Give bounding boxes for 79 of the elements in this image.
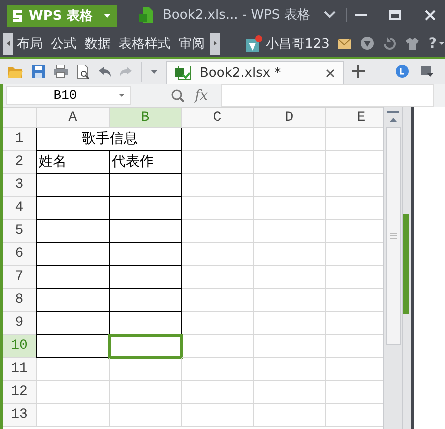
column-header[interactable]: D xyxy=(254,108,326,128)
ribbon-tab[interactable]: 审阅 xyxy=(175,32,209,54)
cell[interactable] xyxy=(109,243,182,266)
merged-cell[interactable]: 歌手信息 xyxy=(36,128,182,151)
cell[interactable] xyxy=(36,220,110,243)
right-arrow-icon xyxy=(214,41,217,46)
spreadsheet-icon xyxy=(175,66,191,80)
row-header[interactable]: 2 xyxy=(3,151,37,174)
cell[interactable] xyxy=(109,220,182,243)
vertical-scrollbar[interactable] xyxy=(383,107,402,429)
cell[interactable] xyxy=(36,174,110,197)
name-box[interactable]: B10 xyxy=(6,86,131,105)
help-button[interactable]: ? xyxy=(428,36,437,52)
row-header[interactable]: 13 xyxy=(3,404,37,427)
minimize-icon[interactable] xyxy=(355,14,368,16)
cell[interactable] xyxy=(36,243,110,266)
caret-icon xyxy=(104,14,111,18)
save-icon[interactable] xyxy=(32,65,45,78)
select-all-corner[interactable] xyxy=(3,108,37,128)
cell[interactable] xyxy=(36,266,110,289)
side-panel-handle[interactable] xyxy=(403,214,409,314)
cell[interactable] xyxy=(36,312,110,335)
mail-icon[interactable] xyxy=(338,38,351,48)
ribbon-tab[interactable]: 布局 xyxy=(13,32,47,54)
find-icon[interactable] xyxy=(171,88,185,102)
scroll-right-button[interactable] xyxy=(210,32,220,54)
chevron-down-icon[interactable] xyxy=(324,11,336,19)
column-header[interactable]: E xyxy=(326,108,383,128)
grip-icon[interactable] xyxy=(390,233,396,239)
table-cell[interactable]: 姓名 xyxy=(36,151,110,174)
undo-icon[interactable] xyxy=(99,66,111,76)
window-title: Book2.xls... - WPS 表格 xyxy=(163,7,310,24)
left-arrow-icon xyxy=(6,41,10,46)
new-tab-icon[interactable] xyxy=(352,65,365,78)
row-header[interactable]: 8 xyxy=(3,289,37,312)
wps-logo-icon xyxy=(12,9,23,23)
cell[interactable] xyxy=(36,197,110,220)
shirt-icon[interactable] xyxy=(406,38,419,50)
column-header[interactable]: C xyxy=(182,108,254,128)
window-menu-icon[interactable] xyxy=(421,66,434,77)
table-cell[interactable]: 代表作 xyxy=(109,151,182,174)
formula-input[interactable] xyxy=(221,84,434,107)
row-header[interactable]: 6 xyxy=(3,243,37,266)
row-header[interactable]: 5 xyxy=(3,220,37,243)
selected-cell[interactable] xyxy=(109,335,182,358)
cell[interactable] xyxy=(109,197,182,220)
function-label[interactable]: fx xyxy=(195,88,208,104)
scroll-left-button[interactable] xyxy=(3,32,13,54)
row-header[interactable]: 7 xyxy=(3,266,37,289)
cell[interactable] xyxy=(36,335,110,358)
ribbon-tab[interactable]: 数据 xyxy=(81,32,115,54)
caret-icon[interactable] xyxy=(439,42,445,45)
up-arrow-icon[interactable] xyxy=(390,118,396,122)
caret-icon[interactable] xyxy=(151,70,158,74)
caret-icon[interactable] xyxy=(119,94,125,97)
user-name[interactable]: 小昌哥123 xyxy=(266,34,330,52)
refresh-icon[interactable] xyxy=(384,37,396,50)
cell[interactable] xyxy=(109,174,182,197)
row-header[interactable]: 3 xyxy=(3,174,37,197)
row-header[interactable]: 4 xyxy=(3,197,37,220)
row-header[interactable]: 1 xyxy=(3,128,37,151)
maximize-icon[interactable] xyxy=(389,10,402,20)
redo-icon[interactable] xyxy=(120,66,132,76)
print-preview-icon[interactable] xyxy=(77,64,90,78)
row-header[interactable]: 12 xyxy=(3,381,37,404)
cell[interactable] xyxy=(36,289,110,312)
close-icon[interactable] xyxy=(326,68,335,78)
document-tab[interactable]: Book2.xlsx * xyxy=(166,61,344,84)
row-header[interactable]: 9 xyxy=(3,312,37,335)
avatar-icon[interactable] xyxy=(246,35,264,52)
ribbon-tab[interactable]: 公式 xyxy=(47,32,81,54)
print-icon[interactable] xyxy=(54,65,68,78)
document-icon xyxy=(139,7,153,23)
column-header[interactable]: A xyxy=(37,108,110,128)
folder-icon[interactable] xyxy=(8,66,23,78)
ribbon-tab[interactable]: 表格样式 xyxy=(115,32,175,54)
row-header[interactable]: 11 xyxy=(3,358,37,381)
cell[interactable] xyxy=(109,289,182,312)
cell[interactable] xyxy=(109,266,182,289)
